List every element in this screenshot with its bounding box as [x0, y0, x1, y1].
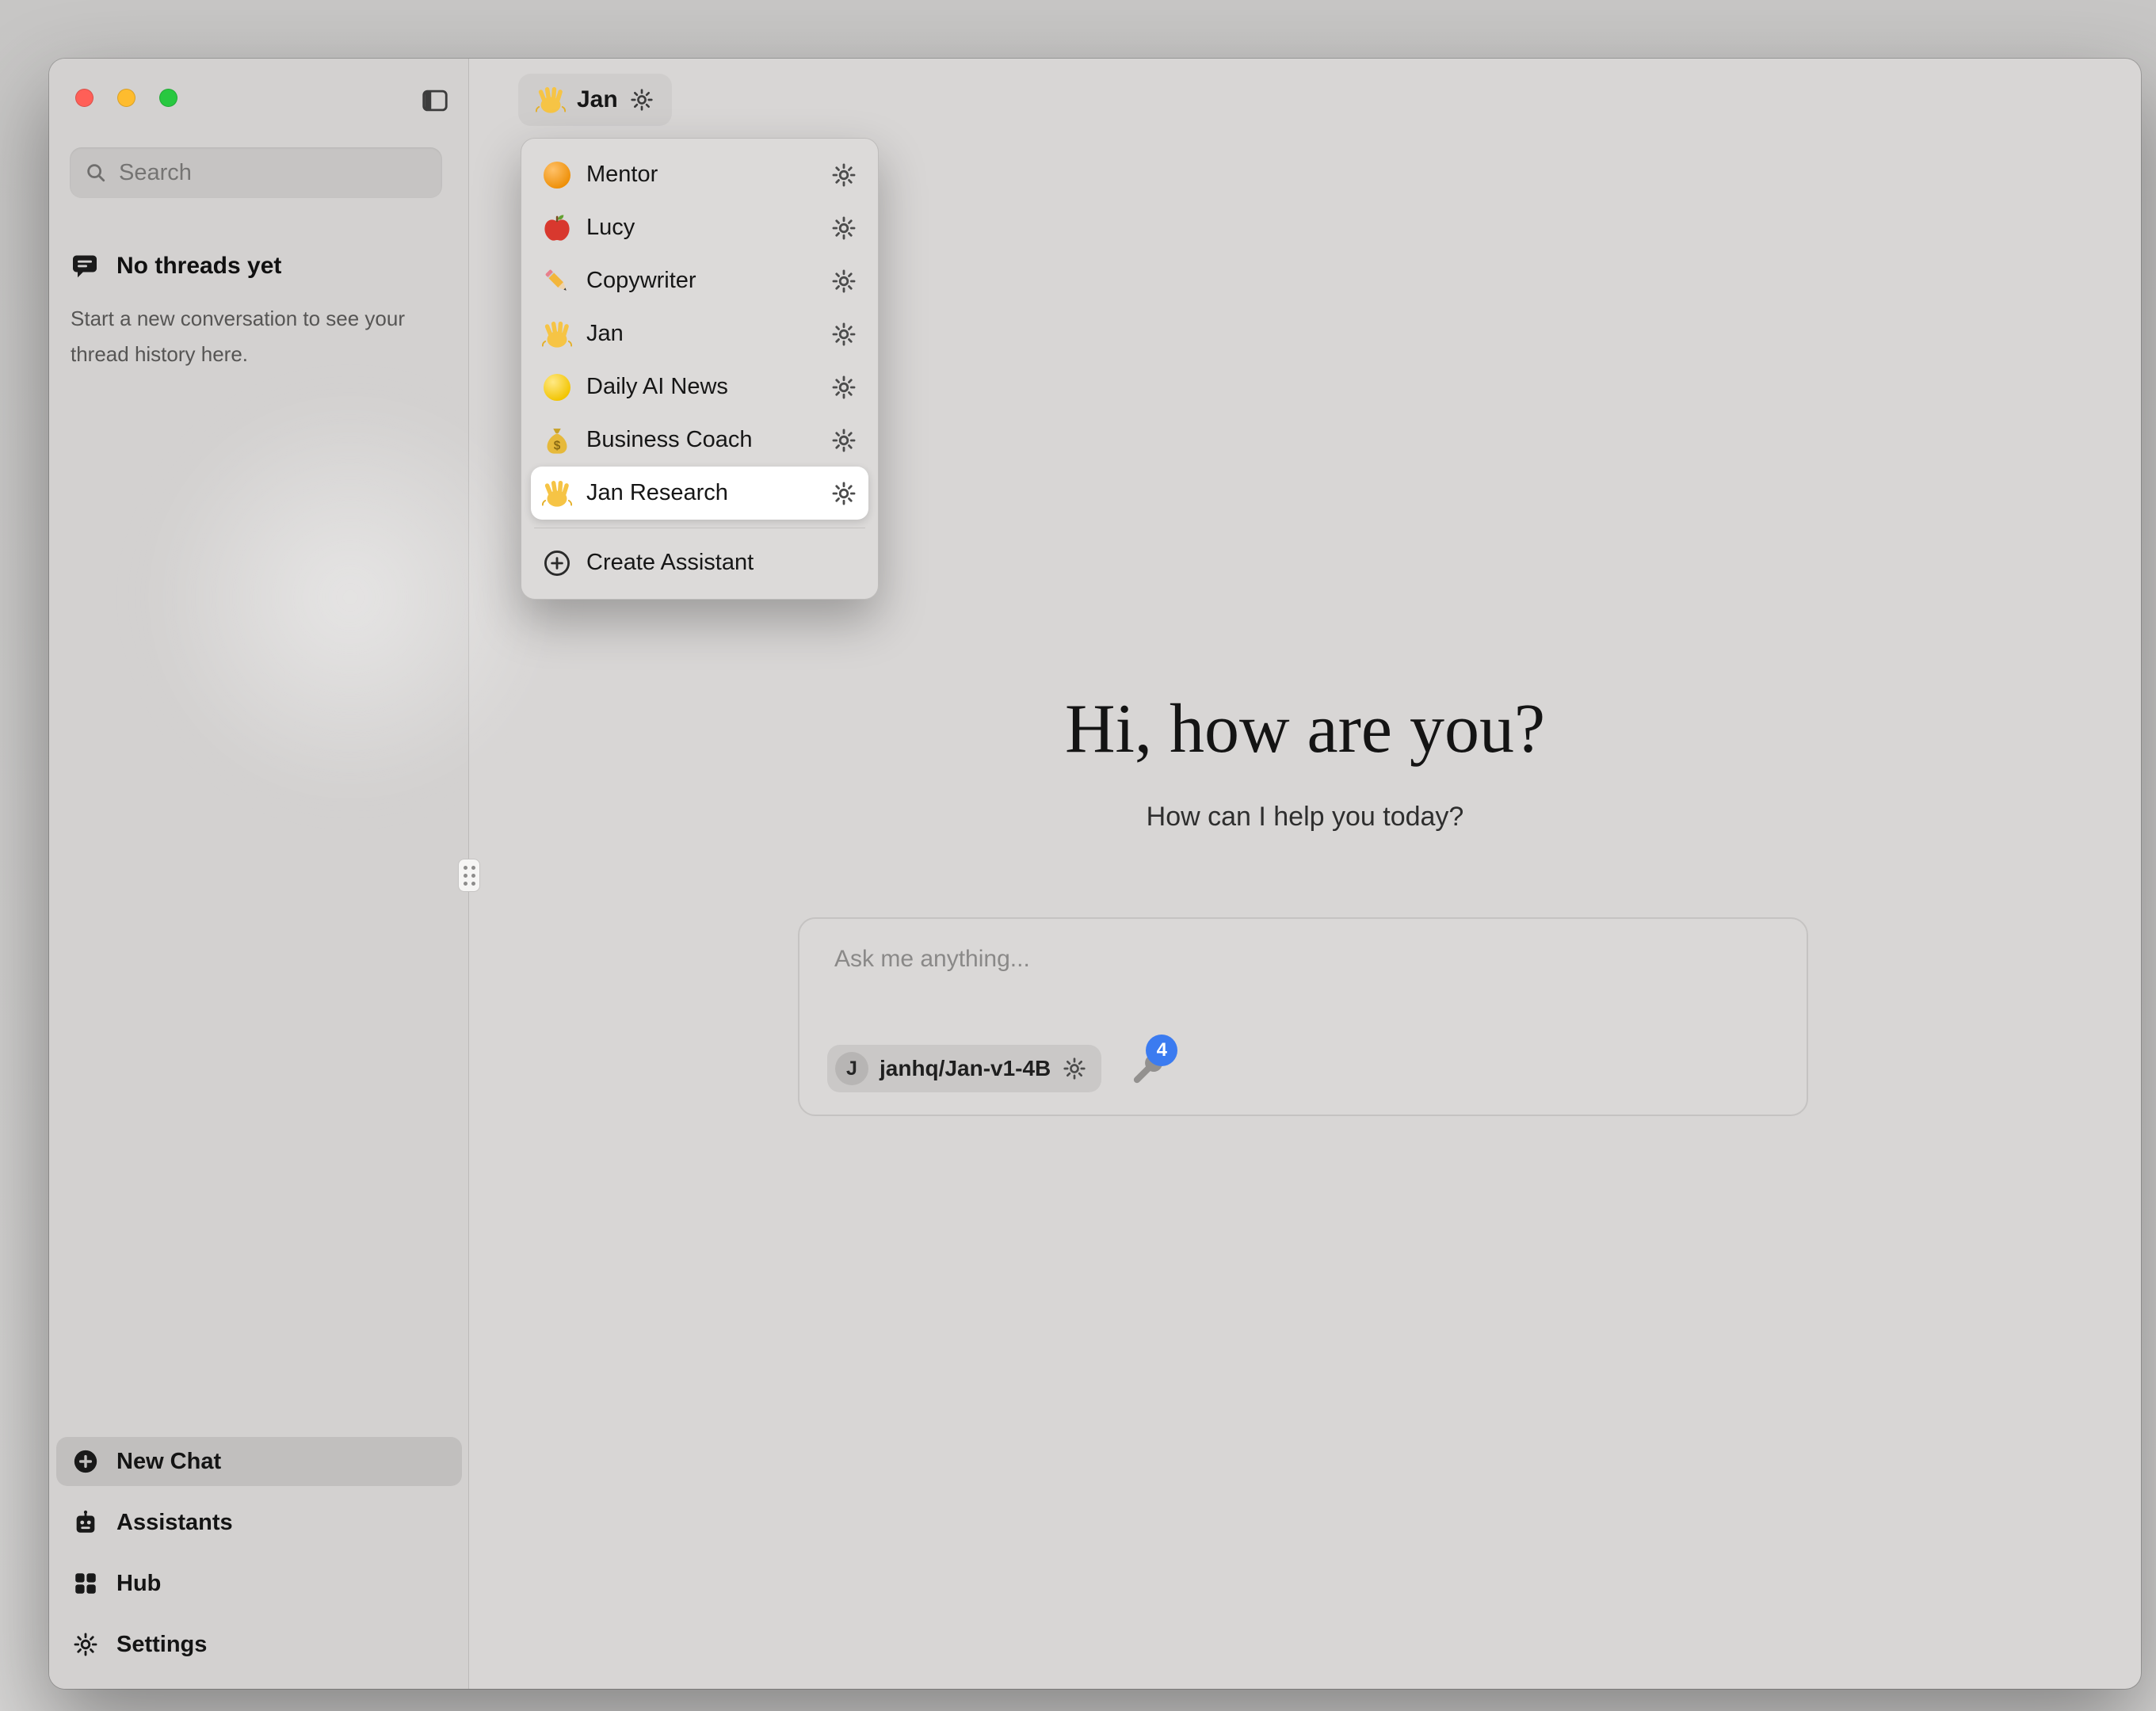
window-controls: [75, 89, 177, 107]
chat-bubble-icon: [71, 252, 99, 280]
search-field[interactable]: [70, 147, 442, 198]
menu-item-business-coach[interactable]: Business Coach: [531, 413, 868, 467]
gear-icon[interactable]: [830, 162, 857, 189]
message-input[interactable]: [834, 946, 1772, 1019]
sidebar-resize-handle[interactable]: [458, 859, 480, 892]
sidebar-item-hub[interactable]: Hub: [56, 1559, 462, 1608]
gear-icon[interactable]: [1062, 1056, 1087, 1081]
sidebar-item-assistants[interactable]: Assistants: [56, 1498, 462, 1547]
close-button[interactable]: [75, 89, 93, 107]
empty-state-title: No threads yet: [116, 253, 281, 280]
composer-card: J janhq/Jan-v1-4B 4: [798, 917, 1808, 1116]
waving-hand-icon: [542, 319, 572, 349]
plus-circle-icon: [72, 1448, 99, 1475]
assistant-name: Jan: [577, 86, 618, 113]
menu-item-label: Jan: [586, 321, 816, 347]
sidebar: No threads yet Start a new conversation …: [49, 59, 469, 1689]
menu-item-jan-research[interactable]: Jan Research: [531, 467, 868, 520]
sidebar-item-label: New Chat: [116, 1449, 221, 1475]
model-avatar: J: [835, 1052, 868, 1085]
menu-item-daily-ai-news[interactable]: Daily AI News: [531, 360, 868, 413]
gear-icon[interactable]: [830, 268, 857, 295]
sidebar-toggle-icon[interactable]: [420, 86, 450, 116]
menu-item-label: Jan Research: [586, 480, 816, 506]
gear-icon[interactable]: [830, 215, 857, 242]
model-name: janhq/Jan-v1-4B: [880, 1056, 1051, 1081]
composer-toolbar: J janhq/Jan-v1-4B 4: [827, 1045, 1165, 1092]
assistants-icon: [72, 1509, 99, 1536]
search-icon: [84, 161, 108, 185]
gear-icon[interactable]: [830, 374, 857, 401]
greeting-subtitle: How can I help you today?: [469, 802, 2141, 833]
menu-item-label: Create Assistant: [586, 550, 857, 576]
waving-hand-icon: [536, 85, 566, 115]
gear-icon: [72, 1631, 99, 1658]
waving-hand-icon: [542, 478, 572, 509]
hub-grid-icon: [72, 1570, 99, 1597]
empty-state-description: Start a new conversation to see your thr…: [71, 301, 435, 372]
sidebar-item-label: Assistants: [116, 1510, 233, 1536]
model-selector-button[interactable]: J janhq/Jan-v1-4B: [827, 1045, 1101, 1092]
sidebar-nav: New Chat Assistants Hub Settings: [56, 1437, 462, 1669]
tools-count-badge: 4: [1146, 1035, 1177, 1066]
main-area: Jan Mentor Lucy Copywriter Jan: [469, 59, 2141, 1689]
orange-circle-icon: [542, 160, 572, 190]
money-bag-icon: [542, 425, 572, 455]
menu-item-create-assistant[interactable]: Create Assistant: [531, 536, 868, 589]
menu-item-label: Lucy: [586, 215, 816, 241]
greeting-title: Hi, how are you?: [469, 689, 2141, 769]
menu-item-label: Daily AI News: [586, 374, 816, 400]
menu-item-label: Mentor: [586, 162, 816, 188]
menu-item-copywriter[interactable]: Copywriter: [531, 254, 868, 307]
sidebar-item-settings[interactable]: Settings: [56, 1620, 462, 1669]
sidebar-item-new-chat[interactable]: New Chat: [56, 1437, 462, 1486]
menu-item-jan[interactable]: Jan: [531, 307, 868, 360]
menu-item-mentor[interactable]: Mentor: [531, 148, 868, 201]
menu-item-lucy[interactable]: Lucy: [531, 201, 868, 254]
pencil-icon: [542, 266, 572, 296]
assistant-selector-button[interactable]: Jan: [518, 74, 672, 126]
gear-icon[interactable]: [830, 321, 857, 348]
app-window: No threads yet Start a new conversation …: [49, 59, 2141, 1689]
tools-button[interactable]: 4: [1128, 1050, 1165, 1087]
yellow-circle-icon: [542, 372, 572, 402]
zoom-button[interactable]: [159, 89, 177, 107]
menu-item-label: Copywriter: [586, 268, 816, 294]
minimize-button[interactable]: [117, 89, 135, 107]
sidebar-item-label: Settings: [116, 1632, 207, 1658]
search-input[interactable]: [119, 160, 428, 186]
gear-icon[interactable]: [830, 427, 857, 454]
plus-circle-outline-icon: [542, 548, 572, 578]
gear-icon[interactable]: [629, 87, 654, 112]
menu-item-label: Business Coach: [586, 427, 816, 453]
red-apple-icon: [542, 213, 572, 243]
sidebar-item-label: Hub: [116, 1571, 161, 1597]
assistant-dropdown-menu: Mentor Lucy Copywriter Jan Daily AI: [521, 138, 879, 600]
empty-state: No threads yet Start a new conversation …: [71, 252, 443, 372]
gear-icon[interactable]: [830, 480, 857, 507]
